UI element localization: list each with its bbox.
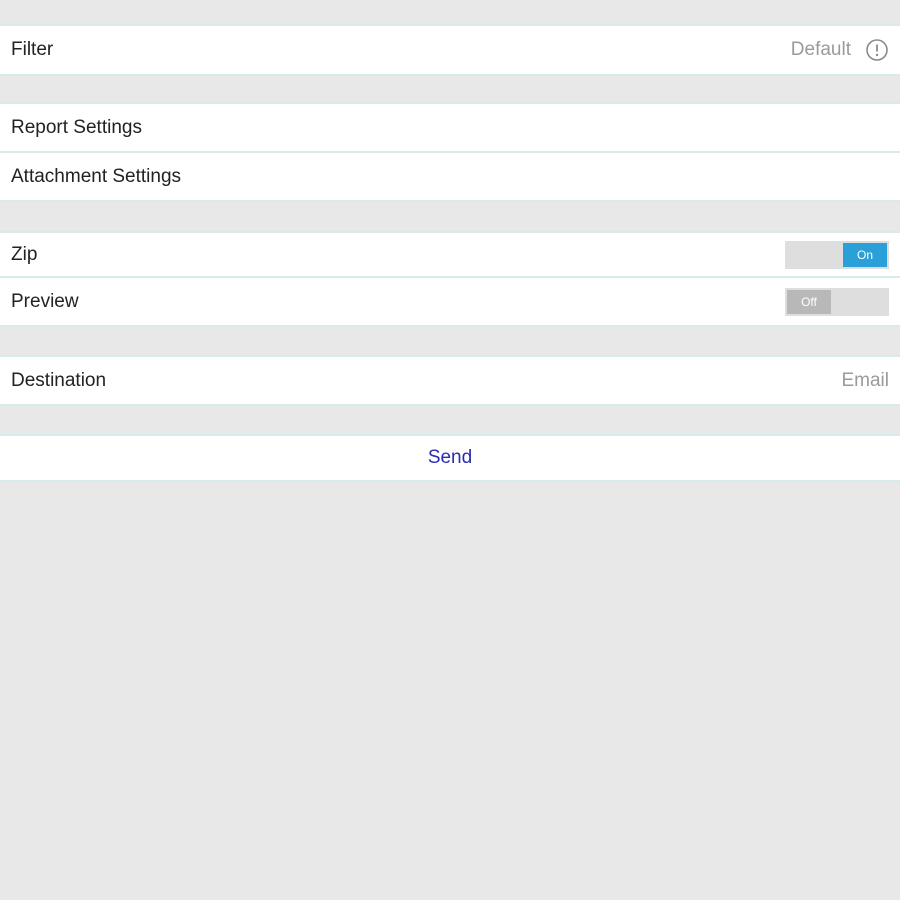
zip-toggle-state: On bbox=[843, 242, 887, 267]
send-label: Send bbox=[427, 447, 473, 468]
filter-label: Filter bbox=[11, 39, 54, 60]
filter-right: Default bbox=[791, 38, 889, 62]
report-settings-label: Report Settings bbox=[11, 116, 142, 138]
attachment-settings-row[interactable]: Attachment Settings bbox=[0, 153, 900, 202]
preview-row: Preview Off bbox=[0, 278, 900, 327]
preview-toggle-state: Off bbox=[787, 289, 831, 314]
zip-row: Zip On bbox=[0, 231, 900, 278]
destination-row[interactable]: Destination Email bbox=[0, 355, 900, 406]
filter-value: Default bbox=[790, 39, 851, 60]
zip-toggle[interactable]: On bbox=[785, 240, 889, 269]
preview-toggle[interactable]: Off bbox=[785, 287, 889, 316]
section-gap bbox=[0, 327, 900, 355]
filter-row[interactable]: Filter Default bbox=[0, 24, 900, 76]
destination-value: Email bbox=[841, 369, 889, 391]
preview-label: Preview bbox=[11, 290, 79, 312]
section-gap bbox=[0, 406, 900, 434]
section-gap bbox=[0, 0, 900, 24]
send-button[interactable]: Send bbox=[0, 434, 900, 482]
zip-label: Zip bbox=[11, 243, 38, 265]
attachment-settings-label: Attachment Settings bbox=[11, 165, 182, 187]
settings-screen: Filter Default Report Settings Attachmen… bbox=[0, 0, 900, 900]
destination-label: Destination bbox=[11, 369, 107, 391]
report-settings-row[interactable]: Report Settings bbox=[0, 102, 900, 153]
section-gap bbox=[0, 202, 900, 231]
section-gap bbox=[0, 76, 900, 102]
info-icon[interactable] bbox=[865, 38, 889, 62]
